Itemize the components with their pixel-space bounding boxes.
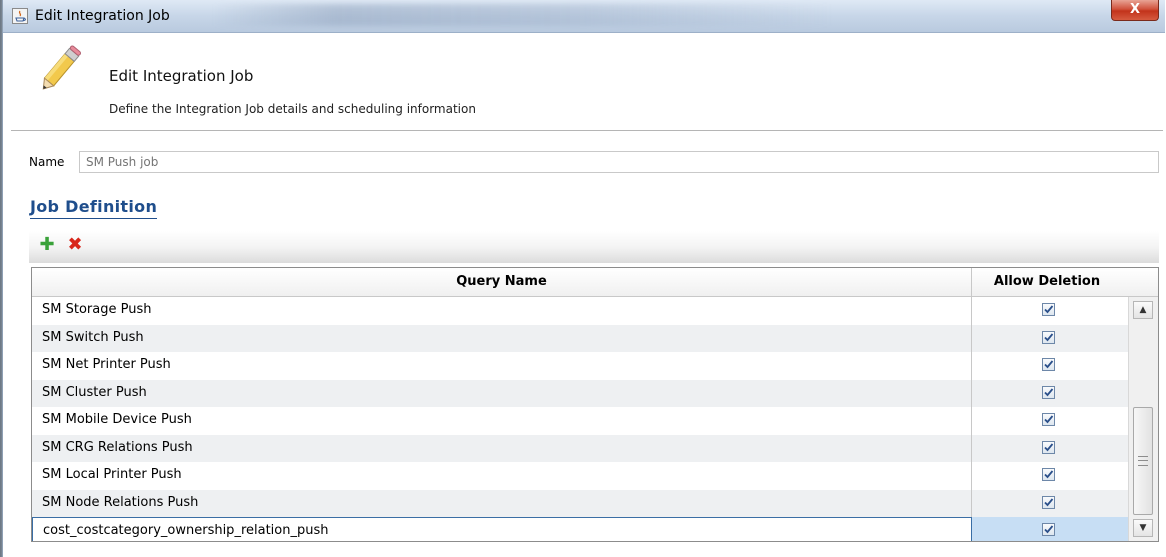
name-label: Name [29, 155, 65, 169]
table-row[interactable]: SM Net Printer Push [32, 352, 1128, 380]
query-name-cell: SM Net Printer Push [32, 352, 972, 380]
allow-deletion-cell [972, 462, 1128, 490]
table-row[interactable]: SM CRG Relations Push [32, 434, 1128, 463]
allow-deletion-cell [972, 435, 1128, 463]
table-row-selected[interactable]: cost_costcategory_ownership_relation_pus… [32, 517, 1128, 541]
table-row[interactable]: SM Storage Push [32, 297, 1128, 325]
query-name-cell: SM Node Relations Push [32, 489, 972, 517]
query-table: Query Name Allow Deletion SM Storage Pus… [31, 267, 1159, 542]
table-row[interactable]: SM Mobile Device Push [32, 407, 1128, 435]
name-input[interactable] [79, 151, 1159, 173]
close-button[interactable]: X [1111, 0, 1159, 21]
query-name-cell: SM Cluster Push [32, 379, 972, 407]
dialog-body: Name Job Definition ✚ ✖ Query Name Allow… [11, 131, 1163, 557]
allow-deletion-cell [972, 325, 1128, 353]
table-body: SM Storage Push SM Switch Push SM Net Pr… [32, 297, 1128, 541]
allow-deletion-cell [972, 490, 1128, 518]
header-title: Edit Integration Job [109, 67, 254, 85]
job-definition-heading: Job Definition [30, 197, 158, 219]
allow-deletion-checkbox[interactable] [1042, 413, 1055, 426]
table-header: Query Name Allow Deletion [32, 268, 1158, 297]
table-row[interactable]: SM Local Printer Push [32, 462, 1128, 490]
plus-icon: ✚ [39, 234, 55, 255]
allow-deletion-cell [972, 297, 1128, 325]
window-title: Edit Integration Job [35, 8, 170, 24]
allow-deletion-checkbox[interactable] [1042, 330, 1055, 344]
allow-deletion-checkbox[interactable] [1042, 303, 1055, 316]
scroll-up-button[interactable]: ▲ [1133, 301, 1153, 319]
query-name-cell: SM Storage Push [32, 297, 972, 325]
query-name-cell: SM Switch Push [32, 324, 972, 352]
close-icon: X [1129, 2, 1141, 17]
edit-integration-job-dialog: Edit Integration Job X Edit Integration … [2, 0, 1165, 557]
allow-deletion-cell [972, 407, 1128, 435]
add-query-button[interactable]: ✚ [37, 235, 57, 255]
vertical-scrollbar[interactable]: ▲ ▼ [1128, 297, 1158, 541]
allow-deletion-checkbox[interactable] [1042, 440, 1055, 454]
allow-deletion-cell [972, 352, 1128, 380]
title-bar-background-blur [213, 4, 833, 26]
delete-x-icon: ✖ [67, 234, 83, 255]
header-subtitle: Define the Integration Job details and s… [109, 102, 476, 116]
java-app-icon [12, 8, 28, 24]
grip-icon [1138, 456, 1148, 466]
scroll-down-button[interactable]: ▼ [1133, 519, 1153, 537]
pencil-icon [33, 39, 87, 103]
title-bar[interactable]: Edit Integration Job X [3, 0, 1165, 33]
table-row[interactable]: SM Switch Push [32, 324, 1128, 353]
query-name-cell: SM Mobile Device Push [32, 407, 972, 435]
query-name-cell[interactable]: cost_costcategory_ownership_relation_pus… [32, 517, 972, 541]
column-header-allow-deletion[interactable]: Allow Deletion [972, 268, 1122, 296]
table-row[interactable]: SM Cluster Push [32, 379, 1128, 408]
allow-deletion-checkbox[interactable] [1042, 523, 1055, 536]
delete-query-button[interactable]: ✖ [65, 235, 85, 255]
allow-deletion-checkbox[interactable] [1042, 358, 1055, 371]
allow-deletion-checkbox[interactable] [1042, 495, 1055, 509]
allow-deletion-checkbox[interactable] [1042, 385, 1055, 399]
job-definition-toolbar: ✚ ✖ [29, 231, 1159, 263]
column-header-query-name[interactable]: Query Name [32, 268, 972, 296]
query-name-cell: SM Local Printer Push [32, 462, 972, 490]
query-name-cell: SM CRG Relations Push [32, 434, 972, 462]
dialog-header: Edit Integration Job Define the Integrat… [11, 33, 1163, 131]
allow-deletion-checkbox[interactable] [1042, 468, 1055, 481]
scroll-thumb[interactable] [1133, 407, 1153, 515]
table-row[interactable]: SM Node Relations Push [32, 489, 1128, 518]
allow-deletion-cell [972, 517, 1128, 541]
allow-deletion-cell [972, 380, 1128, 408]
